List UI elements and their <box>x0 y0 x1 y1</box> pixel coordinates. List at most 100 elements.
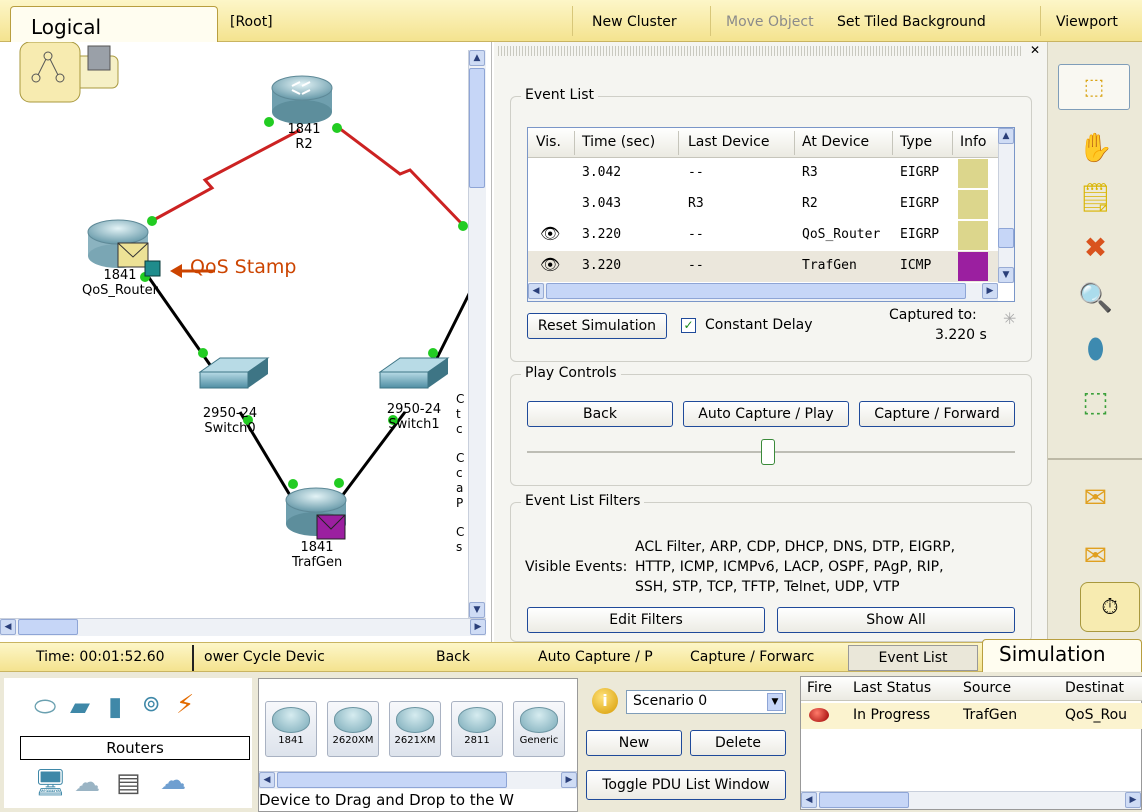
scroll-left-icon[interactable]: ◀ <box>259 772 275 788</box>
col-time[interactable]: Time (sec) <box>582 134 655 150</box>
auto-capture-play-button[interactable]: Auto Capture / Play <box>683 401 849 427</box>
scroll-thumb[interactable] <box>998 228 1014 248</box>
scroll-left-icon[interactable]: ◀ <box>0 619 16 635</box>
scroll-right-icon[interactable]: ▶ <box>561 772 577 788</box>
switches-category-icon[interactable]: ▰ <box>70 692 90 722</box>
hscroll-thumb[interactable] <box>819 792 909 808</box>
reset-simulation-button[interactable]: Reset Simulation <box>527 313 667 339</box>
tab-simulation[interactable]: Simulation <box>982 639 1142 673</box>
info-color-swatch[interactable] <box>958 190 988 219</box>
model-hscroll[interactable]: ◀ ▶ <box>259 771 577 789</box>
new-scenario-button[interactable]: New <box>586 730 682 756</box>
hand-tool-icon[interactable]: ✋ <box>1048 122 1142 172</box>
router-generic-item[interactable]: Generic <box>513 701 565 757</box>
edit-filters-button[interactable]: Edit Filters <box>527 607 765 633</box>
add-simple-pdu-icon[interactable]: ✉ <box>1048 472 1142 522</box>
delete-tool-icon[interactable]: ✖ <box>1048 222 1142 272</box>
table-row[interactable]: 3.042 -- R3 EIGRP <box>528 158 998 189</box>
col-last-device[interactable]: Last Device <box>688 134 770 150</box>
col-destination[interactable]: Destinat <box>1065 680 1124 696</box>
scroll-right-icon[interactable]: ▶ <box>1125 792 1141 808</box>
table-row[interactable]: In Progress TrafGen QoS_Rou <box>801 703 1142 729</box>
status-auto-capture-button[interactable]: Auto Capture / P <box>538 649 653 665</box>
eye-icon[interactable]: 👁 <box>540 255 560 274</box>
connections-category-icon[interactable]: ⚡ <box>176 690 194 720</box>
wan-emulation-category-icon[interactable]: ☁ <box>74 768 100 798</box>
col-last-status[interactable]: Last Status <box>853 680 931 696</box>
hscroll-thumb[interactable] <box>546 283 966 299</box>
playback-speed-slider[interactable] <box>761 439 775 465</box>
new-cluster-button[interactable]: New Cluster <box>592 14 677 30</box>
hubs-category-icon[interactable]: ▮ <box>108 692 122 722</box>
scroll-right-icon[interactable]: ▶ <box>470 619 486 635</box>
info-color-swatch[interactable] <box>958 221 988 250</box>
hscroll-thumb[interactable] <box>277 772 507 788</box>
event-table-vscroll[interactable]: ▲ ▼ <box>998 128 1014 283</box>
scroll-thumb[interactable] <box>469 68 485 188</box>
pdu-list-table[interactable]: Fire Last Status Source Destinat In Prog… <box>800 676 1142 810</box>
event-list-toggle-button[interactable]: Event List <box>848 645 978 671</box>
router-1841-item[interactable]: 1841 <box>265 701 317 757</box>
show-all-button[interactable]: Show All <box>777 607 1015 633</box>
col-fire[interactable]: Fire <box>807 680 832 696</box>
end-devices-category-icon[interactable]: 🖥 <box>34 768 67 798</box>
wireless-category-icon[interactable]: ⊚ <box>142 692 160 717</box>
workspace-vscroll[interactable]: ▲ ▼ <box>468 50 486 618</box>
constant-delay-checkbox[interactable]: ✓ <box>681 318 696 333</box>
resize-tool-icon[interactable]: ⬚ <box>1048 376 1142 426</box>
col-vis[interactable]: Vis. <box>536 134 561 150</box>
panel-drag-handle[interactable] <box>498 46 1022 56</box>
back-button[interactable]: Back <box>527 401 673 427</box>
col-info[interactable]: Info <box>960 134 990 150</box>
info-color-swatch[interactable] <box>958 159 988 188</box>
scenario-select[interactable]: Scenario 0 ▼ <box>626 690 786 714</box>
workspace-hscroll[interactable]: ◀ ▶ <box>0 618 486 636</box>
root-breadcrumb[interactable]: [Root] <box>230 14 273 30</box>
status-capture-forward-button[interactable]: Capture / Forwarc <box>690 649 814 665</box>
add-complex-pdu-icon[interactable]: ✉ <box>1048 530 1142 580</box>
table-row-selected[interactable]: 👁 3.220 -- TrafGen ICMP <box>528 251 998 282</box>
simulation-mode-icon[interactable]: ⏱ <box>1080 582 1140 632</box>
col-type[interactable]: Type <box>900 134 932 150</box>
multiuser-category-icon[interactable]: ☁ <box>160 766 186 796</box>
info-icon[interactable]: i <box>592 688 618 714</box>
fire-indicator-icon[interactable] <box>809 708 829 722</box>
scroll-up-icon[interactable]: ▲ <box>469 50 485 66</box>
draw-shape-tool-icon[interactable]: ⬮ <box>1048 324 1142 374</box>
routers-category-icon[interactable]: ⬭ <box>34 692 56 723</box>
scroll-down-icon[interactable]: ▼ <box>469 602 485 618</box>
status-back-button[interactable]: Back <box>436 649 470 665</box>
delete-scenario-button[interactable]: Delete <box>690 730 786 756</box>
logical-workspace[interactable]: 1841 R2 1841 QoS_Router 2950-24 Switch0 295… <box>0 42 492 642</box>
set-tiled-background-button[interactable]: Set Tiled Background <box>837 14 986 30</box>
custom-devices-category-icon[interactable]: ▤ <box>116 768 141 798</box>
power-cycle-button[interactable]: ower Cycle Devic <box>204 649 325 665</box>
router-2620xm-item[interactable]: 2620XM <box>327 701 379 757</box>
scroll-left-icon[interactable]: ◀ <box>528 283 544 299</box>
router-2811-item[interactable]: 2811 <box>451 701 503 757</box>
event-table-hscroll[interactable]: ◀ ▶ <box>528 283 998 301</box>
pdu-hscroll[interactable]: ◀ ▶ <box>801 791 1141 809</box>
info-color-swatch[interactable] <box>958 252 988 281</box>
move-object-button[interactable]: Move Object <box>726 14 814 30</box>
table-row[interactable]: 👁 3.220 -- QoS_Router EIGRP <box>528 220 998 251</box>
scroll-right-icon[interactable]: ▶ <box>982 283 998 299</box>
select-tool-icon[interactable]: ⬚ <box>1058 64 1130 110</box>
col-source[interactable]: Source <box>963 680 1011 696</box>
hscroll-thumb[interactable] <box>18 619 78 635</box>
col-at-device[interactable]: At Device <box>802 134 869 150</box>
tab-logical[interactable]: Logical <box>10 6 218 42</box>
capture-forward-button[interactable]: Capture / Forward <box>859 401 1015 427</box>
close-icon[interactable]: ✕ <box>1028 43 1042 57</box>
router-2621xm-item[interactable]: 2621XM <box>389 701 441 757</box>
table-row[interactable]: 3.043 R3 R2 EIGRP <box>528 189 998 220</box>
toggle-pdu-list-button[interactable]: Toggle PDU List Window <box>586 770 786 800</box>
viewport-button[interactable]: Viewport <box>1056 14 1118 30</box>
event-table[interactable]: Vis. Time (sec) Last Device At Device Ty… <box>527 127 1015 302</box>
chevron-down-icon[interactable]: ▼ <box>767 693 783 711</box>
scroll-left-icon[interactable]: ◀ <box>801 792 817 808</box>
inspect-tool-icon[interactable]: 🔍 <box>1048 272 1142 322</box>
scroll-up-icon[interactable]: ▲ <box>998 128 1014 144</box>
scroll-down-icon[interactable]: ▼ <box>998 267 1014 283</box>
eye-icon[interactable]: 👁 <box>540 224 560 243</box>
